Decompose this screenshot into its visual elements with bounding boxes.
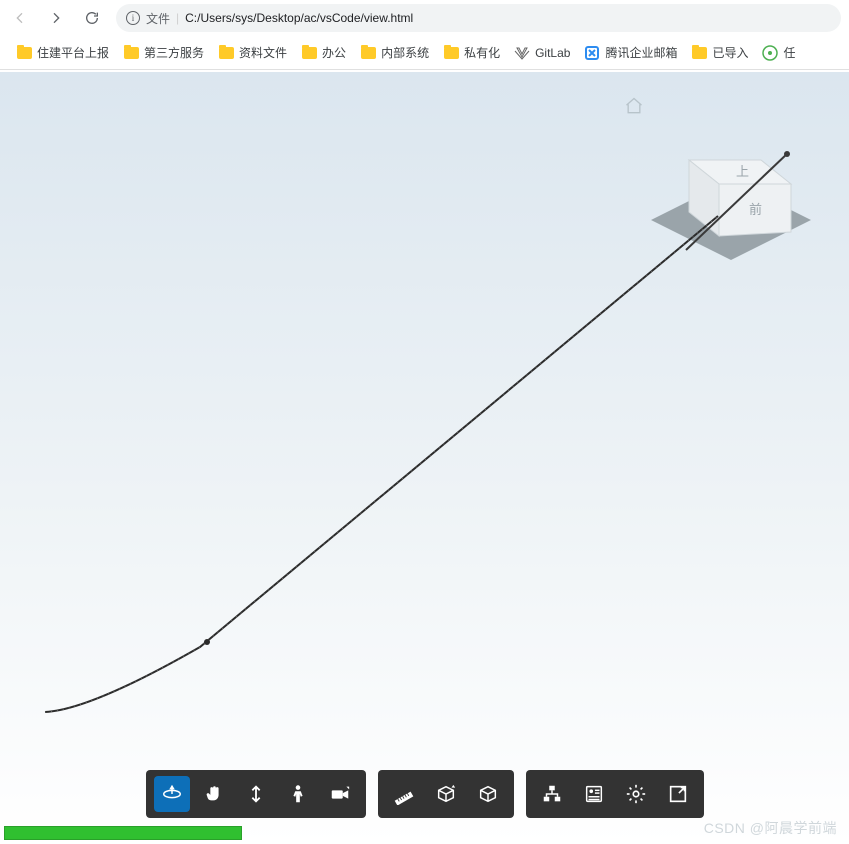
- bookmark-item[interactable]: 资料文件: [218, 44, 287, 61]
- bookmark-item[interactable]: GitLab: [514, 45, 570, 61]
- app-icon: [762, 45, 778, 61]
- bookmark-item[interactable]: 住建平台上报: [16, 44, 109, 61]
- folder-icon: [16, 45, 32, 61]
- bookmark-item[interactable]: 已导入: [691, 44, 748, 61]
- arrow-left-icon: [12, 10, 28, 26]
- orbit-button[interactable]: [154, 776, 190, 812]
- camera-button[interactable]: [322, 776, 358, 812]
- fullscreen-button[interactable]: [660, 776, 696, 812]
- ruler-icon: [393, 783, 415, 805]
- progress-fill: [5, 827, 241, 839]
- camera-icon: [329, 783, 351, 805]
- bookmark-label: 任: [783, 44, 795, 61]
- bookmark-label: 住建平台上报: [37, 44, 109, 61]
- folder-icon: [218, 45, 234, 61]
- bookmark-label: 办公: [322, 44, 346, 61]
- bookmark-label: 资料文件: [239, 44, 287, 61]
- model-tree-button[interactable]: [534, 776, 570, 812]
- hand-icon: [203, 783, 225, 805]
- url-separator: |: [176, 11, 179, 25]
- view-cube-icon: 上 前: [641, 110, 821, 270]
- explode-button[interactable]: [470, 776, 506, 812]
- address-bar[interactable]: i 文件 | C:/Users/sys/Desktop/ac/vsCode/vi…: [116, 4, 841, 32]
- folder-icon: [360, 45, 376, 61]
- tool-group-nav: [146, 770, 366, 818]
- pan-button[interactable]: [196, 776, 232, 812]
- reload-button[interactable]: [80, 6, 104, 30]
- bookmark-item[interactable]: 私有化: [443, 44, 500, 61]
- folder-icon: [301, 45, 317, 61]
- bookmark-label: 私有化: [464, 44, 500, 61]
- gitlab-icon: [514, 45, 530, 61]
- tree-icon: [541, 783, 563, 805]
- browser-chrome: i 文件 | C:/Users/sys/Desktop/ac/vsCode/vi…: [0, 0, 849, 70]
- folder-icon: [691, 45, 707, 61]
- measure-button[interactable]: [386, 776, 422, 812]
- bookmarks-bar: 住建平台上报 第三方服务 资料文件 办公 内部系统 私有化 GitLab 腾讯企…: [0, 36, 849, 70]
- url-path: C:/Users/sys/Desktop/ac/vsCode/view.html: [185, 11, 413, 25]
- view-cube[interactable]: 上 前: [641, 110, 821, 270]
- walk-button[interactable]: [280, 776, 316, 812]
- watermark: CSDN @阿晨学前端: [704, 818, 837, 838]
- viewer-toolbar: [0, 770, 849, 818]
- gear-icon: [625, 783, 647, 805]
- bookmark-item[interactable]: 第三方服务: [123, 44, 204, 61]
- zoom-icon: [245, 783, 267, 805]
- section-icon: [435, 783, 457, 805]
- bookmark-label: 已导入: [712, 44, 748, 61]
- cube-front-label: 前: [749, 202, 762, 217]
- folder-icon: [443, 45, 459, 61]
- forward-button[interactable]: [44, 6, 68, 30]
- bookmark-item[interactable]: 办公: [301, 44, 346, 61]
- properties-button[interactable]: [576, 776, 612, 812]
- nav-row: i 文件 | C:/Users/sys/Desktop/ac/vsCode/vi…: [0, 0, 849, 36]
- url-prefix: 文件: [146, 10, 170, 27]
- bookmark-item[interactable]: 内部系统: [360, 44, 429, 61]
- bookmark-label: 第三方服务: [144, 44, 204, 61]
- zoom-button[interactable]: [238, 776, 274, 812]
- settings-button[interactable]: [618, 776, 654, 812]
- bookmark-label: GitLab: [535, 46, 570, 60]
- viewer-canvas[interactable]: 上 前: [0, 72, 849, 844]
- tool-group-panels: [526, 770, 704, 818]
- fullscreen-icon: [667, 783, 689, 805]
- tool-group-analyze: [378, 770, 514, 818]
- section-button[interactable]: [428, 776, 464, 812]
- orbit-icon: [161, 783, 183, 805]
- back-button[interactable]: [8, 6, 32, 30]
- bookmark-label: 腾讯企业邮箱: [605, 44, 677, 61]
- cube-top-label: 上: [736, 164, 749, 179]
- folder-icon: [123, 45, 139, 61]
- person-icon: [287, 783, 309, 805]
- arrow-right-icon: [48, 10, 64, 26]
- cube-icon: [477, 783, 499, 805]
- dcloud-icon: [584, 45, 600, 61]
- progress-bar: [4, 826, 242, 840]
- info-icon: i: [126, 11, 140, 25]
- properties-icon: [583, 783, 605, 805]
- reload-icon: [84, 10, 100, 26]
- bookmark-label: 内部系统: [381, 44, 429, 61]
- bookmark-item[interactable]: 任: [762, 44, 795, 61]
- bookmark-item[interactable]: 腾讯企业邮箱: [584, 44, 677, 61]
